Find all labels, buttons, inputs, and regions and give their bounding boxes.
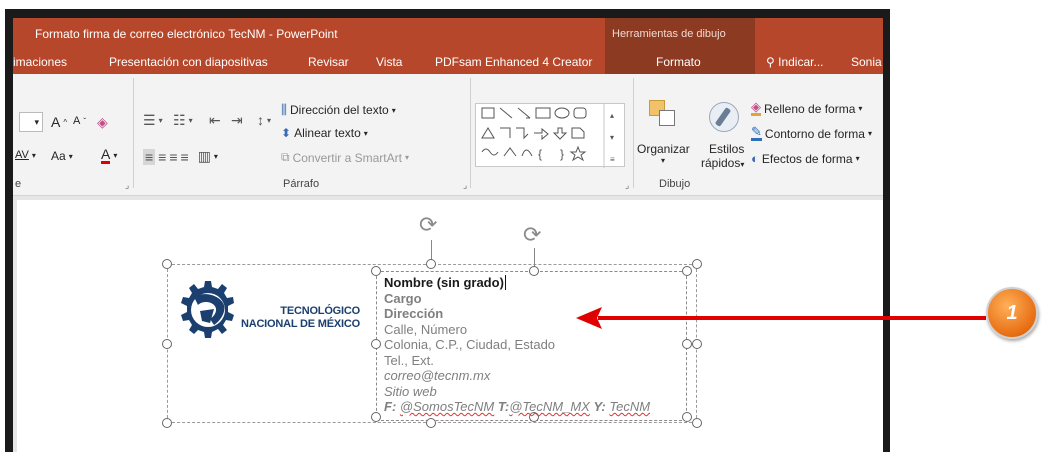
shapes-icon: { } ▴ ▾ ≡: [481, 104, 615, 168]
font-dialog-launcher-icon[interactable]: ⌟: [125, 180, 129, 191]
text-direction-button[interactable]: ⫼ Dirección del texto ▾: [281, 102, 396, 118]
shape-fill-button[interactable]: ◈ Relleno de forma ▾: [751, 99, 862, 116]
resize-handle[interactable]: [162, 418, 172, 428]
smartart-icon: ⧉: [281, 150, 290, 164]
line-spacing-button[interactable]: ↕ ▾: [257, 112, 271, 128]
tab-vista[interactable]: Vista: [376, 55, 402, 69]
logo-line-2: NACIONAL DE MÉXICO: [240, 318, 360, 330]
bullets-button[interactable]: ☰ ▾: [143, 112, 163, 129]
ribbon-tabs: imaciones Presentación con diapositivas …: [13, 48, 883, 74]
paint-brush-icon: [709, 102, 739, 132]
lightbulb-icon: ⚲: [766, 55, 779, 69]
numbering-button[interactable]: ☷ ▾: [173, 112, 193, 129]
logo-line-1: TECNOLÓGICO: [280, 305, 360, 317]
align-left-icon[interactable]: ≡: [143, 148, 156, 165]
chevron-down-icon: ▾: [661, 156, 666, 165]
pencil-icon: ✎: [751, 124, 762, 141]
organize-button[interactable]: Organizar ▾: [637, 100, 695, 170]
resize-handle[interactable]: [162, 259, 172, 269]
annotation-arrow-icon: [576, 307, 986, 329]
user-name[interactable]: Sonia: [851, 55, 882, 69]
text-direction-icon: ⫼: [281, 102, 287, 117]
tab-formato[interactable]: Formato: [656, 55, 701, 69]
resize-handle[interactable]: [426, 418, 436, 428]
signature-social: F: @SomosTecNM T:@TecNM_MX Y: TecNM: [384, 399, 651, 414]
clear-formatting-icon[interactable]: ◈: [97, 114, 108, 131]
resize-handle[interactable]: [692, 339, 702, 349]
resize-handle[interactable]: [426, 259, 436, 269]
rotate-handle-icon[interactable]: ⟳: [419, 212, 437, 238]
window-title: Formato firma de correo electrónico TecN…: [35, 27, 338, 41]
signature-phone: Tel., Ext.: [384, 352, 434, 368]
ribbon: ▾ A ^ Aˇ ◈ AV ▾ Aa ▾ A ▾ e ⌟ ☰ ▾ ☷ ▾ ⇤ ⇥…: [13, 74, 883, 196]
separator: [633, 78, 634, 188]
align-center-icon[interactable]: ≡: [158, 149, 166, 165]
convert-smartart-button[interactable]: ⧉ Convertir a SmartArt ▾: [281, 150, 409, 165]
resize-handle[interactable]: [371, 266, 381, 276]
quick-styles-button[interactable]: Estilos rápidos▾: [699, 100, 749, 170]
paragraph-group-label: Párrafo: [283, 178, 320, 190]
resize-handle[interactable]: [692, 418, 702, 428]
decrease-indent-button[interactable]: ⇤: [209, 112, 221, 129]
paint-bucket-icon: ◈: [751, 99, 761, 116]
arrange-icon: [649, 100, 679, 130]
title-bar: Formato firma de correo electrónico TecN…: [13, 18, 883, 48]
justify-icon[interactable]: ≡: [181, 149, 189, 165]
separator: [470, 78, 471, 188]
resize-handle[interactable]: [371, 339, 381, 349]
char-spacing-button[interactable]: AV ▾: [15, 149, 36, 161]
drawing-tools-header: Herramientas de dibujo: [605, 18, 755, 48]
resize-handle[interactable]: [682, 412, 692, 422]
signature-website: Sitio web: [384, 383, 437, 399]
align-right-icon[interactable]: ≡: [169, 149, 177, 165]
signature-city: Colonia, C.P., Ciudad, Estado: [384, 337, 556, 352]
font-size-dropdown[interactable]: ▾: [19, 112, 43, 132]
tab-presentacion[interactable]: Presentación con diapositivas: [109, 55, 268, 69]
shrink-font-button[interactable]: Aˇ: [73, 115, 86, 127]
paragraph-dialog-launcher-icon[interactable]: ⌟: [463, 180, 467, 191]
svg-text:{: {: [538, 147, 542, 161]
separator: [133, 78, 134, 188]
resize-handle[interactable]: [371, 412, 381, 422]
tecnm-emblem-icon: [181, 281, 234, 338]
svg-text:≡: ≡: [610, 155, 615, 164]
grow-font-button[interactable]: A ^: [51, 114, 67, 130]
align-text-icon: ⬍: [281, 126, 292, 140]
signature-name: Nombre (sin grado): [384, 275, 506, 290]
rotate-handle-icon[interactable]: ⟳: [523, 222, 541, 248]
signature-email: correo@tecnm.mx: [384, 368, 491, 383]
drawing-group-label: Dibujo: [659, 178, 691, 190]
callout-badge: 1: [986, 287, 1038, 339]
tell-me-search[interactable]: ⚲ Indicar...: [766, 55, 823, 69]
tab-animaciones[interactable]: imaciones: [13, 55, 67, 69]
svg-text:}: }: [560, 147, 564, 161]
svg-text:▾: ▾: [610, 133, 614, 142]
signature-textbox[interactable]: Nombre (sin grado) Cargo Dirección Calle…: [384, 275, 650, 415]
shape-outline-button[interactable]: ✎ Contorno de forma ▾: [751, 124, 872, 141]
change-case-button[interactable]: Aa ▾: [51, 149, 73, 163]
align-buttons: ≡ ≡ ≡ ≡ ▥ ▾: [143, 148, 218, 165]
svg-text:▴: ▴: [610, 111, 614, 120]
resize-handle[interactable]: [682, 266, 692, 276]
tab-revisar[interactable]: Revisar: [308, 55, 349, 69]
resize-handle[interactable]: [692, 259, 702, 269]
font-color-button[interactable]: A ▾: [101, 147, 117, 164]
tecnm-logo: TECNOLÓGICO NACIONAL DE MÉXICO: [170, 275, 360, 350]
shape-effects-button[interactable]: ◐ Efectos de forma ▾: [751, 151, 860, 166]
drawing-dialog-launcher-icon[interactable]: ⌟: [625, 180, 629, 191]
font-group-label: e: [15, 178, 22, 190]
columns-icon[interactable]: ▥: [198, 148, 211, 165]
align-text-button[interactable]: ⬍ Alinear texto ▾: [281, 126, 368, 140]
increase-indent-button[interactable]: ⇥: [231, 112, 243, 129]
tab-pdfsam[interactable]: PDFsam Enhanced 4 Creator: [435, 55, 592, 69]
resize-handle[interactable]: [682, 339, 692, 349]
chevron-down-icon: ▾: [19, 112, 43, 132]
shapes-gallery[interactable]: { } ▴ ▾ ≡: [475, 103, 625, 168]
effects-icon: ◐: [751, 151, 759, 166]
